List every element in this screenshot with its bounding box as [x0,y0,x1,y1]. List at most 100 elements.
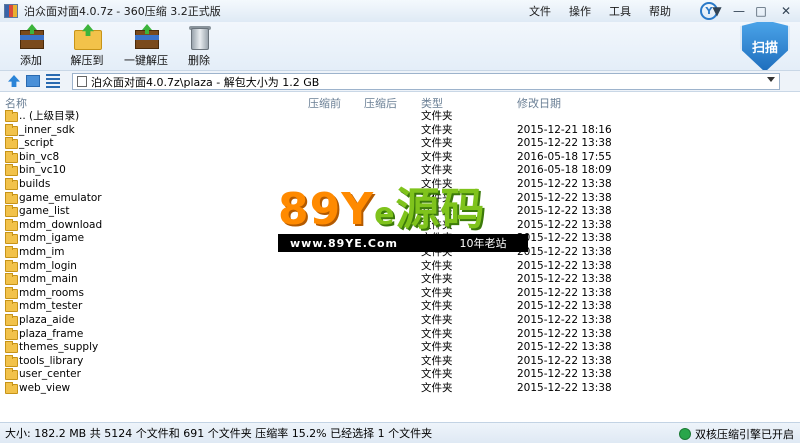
file-row[interactable]: mdm_login 文件夹 2015-12-22 13:38 [0,259,800,274]
file-name: mdm_login [19,259,77,272]
file-row[interactable]: _script 文件夹 2015-12-22 13:38 [0,137,800,151]
column-compressed[interactable]: 压缩前 [308,95,341,111]
file-row[interactable]: plaza_aide 文件夹 2015-12-22 13:38 [0,313,800,328]
file-row[interactable]: .. (上级目录) 文件夹 [0,110,800,124]
file-name: bin_vc10 [19,164,66,177]
folder-icon [5,191,18,204]
file-type: 文件夹 [421,313,453,326]
file-name: web_view [19,381,71,394]
up-arrow-icon[interactable] [8,75,20,87]
file-type: 文件夹 [421,137,453,150]
engine-status[interactable]: 双核压缩引擎已开启 [679,426,794,442]
folder-icon [5,177,18,190]
file-row[interactable]: mdm_main 文件夹 2015-12-22 13:38 [0,273,800,287]
file-row[interactable]: mdm_rooms 文件夹 2015-12-22 13:38 [0,286,800,301]
app-icon [4,4,18,18]
chevron-down-icon[interactable] [767,77,775,82]
file-name: .. (上级目录) [19,110,80,122]
delete-label: 删除 [188,54,210,67]
file-date: 2016-05-18 17:55 [517,150,612,163]
file-row[interactable]: tools_library 文件夹 2015-12-22 13:38 [0,354,800,369]
file-date: 2015-12-21 18:16 [517,123,612,136]
file-list: .. (上级目录) 文件夹 _inner_sdk 文件夹 2015-12-21 18:1… [0,110,800,395]
file-row[interactable]: game_emulator 文件夹 2015-12-22 13:38 [0,191,800,206]
folder-icon [5,245,18,258]
menu-file[interactable]: 文件 [520,3,560,19]
column-name[interactable]: 名称 [5,95,27,111]
file-row[interactable]: mdm_im 文件夹 2015-12-22 13:38 [0,245,800,260]
folder-icon [5,368,18,381]
menu-dropdown-icon[interactable]: ▼ [706,1,728,21]
file-type: 文件夹 [421,273,453,286]
path-field[interactable]: 泊众面对面4.0.7z\plaza - 解包大小为 1.2 GB [72,73,780,90]
file-type: 文件夹 [421,354,453,367]
file-name: game_list [19,205,70,218]
file-date: 2015-12-22 13:38 [517,245,612,258]
file-date: 2015-12-22 13:38 [517,259,612,272]
minimize-icon[interactable]: — [728,1,750,21]
file-type: 文件夹 [421,300,453,313]
file-name: mdm_main [19,273,78,286]
list-view-icon[interactable] [46,74,60,88]
file-row[interactable]: bin_vc10 文件夹 2016-05-18 18:09 [0,164,800,178]
extract-to-label: 解压到 [70,54,104,67]
one-click-extract-label: 一键解压 [124,54,168,67]
file-row[interactable]: plaza_frame 文件夹 2015-12-22 13:38 [0,327,800,342]
file-row[interactable]: mdm_igame 文件夹 2015-12-22 13:38 [0,232,800,246]
file-date: 2015-12-22 13:38 [517,232,612,245]
file-name: game_emulator [19,191,102,204]
file-date: 2015-12-22 13:38 [517,273,612,286]
folder-extract-icon [72,24,102,50]
file-date: 2015-12-22 13:38 [517,381,612,394]
title-bar: 泊众面对面4.0.7z - 360压缩 3.2正式版 [0,0,800,22]
column-after[interactable]: 压缩后 [364,95,397,111]
file-name: plaza_frame [19,327,84,340]
path-text: 泊众面对面4.0.7z\plaza - 解包大小为 1.2 GB [91,75,320,89]
folder-icon [5,327,18,340]
file-row[interactable]: mdm_download 文件夹 2015-12-22 13:38 [0,218,800,233]
file-row[interactable]: mdm_tester 文件夹 2015-12-22 13:38 [0,300,800,314]
file-type: 文件夹 [421,110,453,122]
close-icon[interactable]: ✕ [772,1,800,21]
file-row[interactable]: _inner_sdk 文件夹 2015-12-21 18:16 [0,123,800,138]
file-date: 2016-05-18 18:09 [517,164,612,177]
menu-tools[interactable]: 工具 [600,3,640,19]
folder-icon [5,341,18,354]
file-name: tools_library [19,354,84,367]
add-label: 添加 [20,54,42,67]
file-date: 2015-12-22 13:38 [517,286,612,299]
engine-status-text: 双核压缩引擎已开启 [695,428,794,441]
column-modified[interactable]: 修改日期 [517,95,561,111]
menu-help[interactable]: 帮助 [640,3,680,19]
file-type: 文件夹 [421,150,453,163]
one-click-extract-button[interactable]: 一键解压 [118,24,174,68]
folder-icon [5,150,18,163]
file-type: 文件夹 [421,368,453,381]
column-type[interactable]: 类型 [421,95,443,111]
file-row[interactable]: user_center 文件夹 2015-12-22 13:38 [0,368,800,382]
extract-to-button[interactable]: 解压到 [62,24,112,68]
file-name: mdm_rooms [19,286,85,299]
maximize-icon[interactable]: □ [750,1,772,21]
folder-icon [5,300,18,313]
delete-button[interactable]: 删除 [174,24,224,68]
file-date: 2015-12-22 13:38 [517,218,612,231]
file-row[interactable]: game_list 文件夹 2015-12-22 13:38 [0,205,800,219]
file-row[interactable]: bin_vc8 文件夹 2016-05-18 17:55 [0,150,800,165]
file-row[interactable]: builds 文件夹 2015-12-22 13:38 [0,177,800,192]
file-type: 文件夹 [421,177,453,190]
toolbar: 添加 解压到 一键解压 删除 [0,22,800,70]
file-row[interactable]: themes_supply 文件夹 2015-12-22 13:38 [0,341,800,355]
file-name: mdm_download [19,218,103,231]
file-date: 2015-12-22 13:38 [517,354,612,367]
folder-icon [5,218,18,231]
thumbnail-view-icon[interactable] [26,75,40,87]
status-text: 大小: 182.2 MB 共 5124 个文件和 691 个文件夹 压缩率 15… [5,427,433,440]
file-row[interactable]: web_view 文件夹 2015-12-22 13:38 [0,381,800,396]
folder-icon [5,123,18,136]
file-name: _script [19,137,54,150]
menu-operate[interactable]: 操作 [560,3,600,19]
folder-icon [5,273,18,286]
add-button[interactable]: 添加 [6,24,56,68]
file-name: mdm_im [19,245,65,258]
